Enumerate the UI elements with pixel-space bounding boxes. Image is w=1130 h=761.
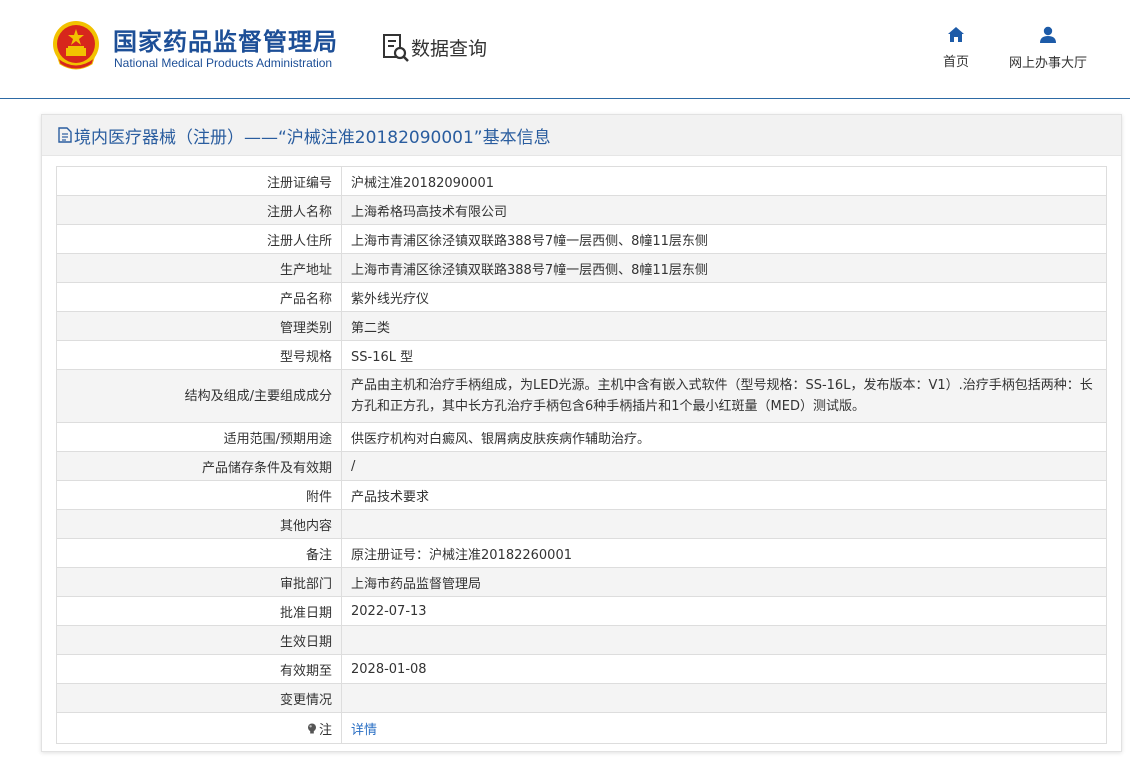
row-label: 型号规格 [56, 340, 342, 370]
details-link[interactable]: 详情 [351, 723, 377, 738]
document-icon [58, 127, 72, 143]
national-emblem-icon [53, 21, 99, 70]
table-row: 其他内容 [56, 509, 1107, 539]
table-row: 批准日期 2022-07-13 [56, 596, 1107, 626]
row-value: 供医疗机构对白癜风、银屑病皮肤疾病作辅助治疗。 [341, 422, 1107, 452]
table-row: 注册人名称 上海希格玛高技术有限公司 [56, 195, 1107, 225]
info-table: 注册证编号 沪械注准20182090001 注册人名称 上海希格玛高技术有限公司 注… [56, 166, 1107, 744]
nav-home-link[interactable]: 首页 [938, 26, 974, 70]
panel-title: 境内医疗器械（注册）——“沪械注准20182090001”基本信息 [74, 127, 551, 148]
user-icon [1040, 26, 1056, 43]
row-value: 上海市青浦区徐泾镇双联路388号7幢一层西侧、8幢11层东侧 [341, 253, 1107, 283]
row-value: 2028-01-08 [341, 654, 1107, 684]
row-label: 有效期至 [56, 654, 342, 684]
nav-online-office-link[interactable]: 网上办事大厅 [1005, 26, 1091, 71]
row-value [341, 683, 1107, 713]
row-value [341, 509, 1107, 539]
site-title: 国家药品监督管理局 [113, 28, 338, 56]
table-row: 管理类别 第二类 [56, 311, 1107, 341]
table-row: 注册证编号 沪械注准20182090001 [56, 166, 1107, 196]
home-icon [948, 27, 964, 42]
row-label: 生产地址 [56, 253, 342, 283]
panel-title-bar: 境内医疗器械（注册）——“沪械注准20182090001”基本信息 [42, 115, 1121, 156]
row-value: 紫外线光疗仪 [341, 282, 1107, 312]
row-label: 产品名称 [56, 282, 342, 312]
table-row: 生产地址 上海市青浦区徐泾镇双联路388号7幢一层西侧、8幢11层东侧 [56, 253, 1107, 283]
table-row: 产品储存条件及有效期 / [56, 451, 1107, 481]
data-query-icon [383, 34, 409, 62]
table-row: 有效期至 2028-01-08 [56, 654, 1107, 684]
row-value: 产品技术要求 [341, 480, 1107, 510]
row-label: 变更情况 [56, 683, 342, 713]
row-value: / [341, 451, 1107, 481]
row-label: 产品储存条件及有效期 [56, 451, 342, 481]
table-row: 产品名称 紫外线光疗仪 [56, 282, 1107, 312]
table-row: 注 详情 [56, 712, 1107, 744]
row-label: 审批部门 [56, 567, 342, 597]
table-row: 生效日期 [56, 625, 1107, 655]
row-value: 上海市药品监督管理局 [341, 567, 1107, 597]
row-value: 第二类 [341, 311, 1107, 341]
row-label: 备注 [56, 538, 342, 568]
table-row: 适用范围/预期用途 供医疗机构对白癜风、银屑病皮肤疾病作辅助治疗。 [56, 422, 1107, 452]
table-row: 型号规格 SS-16L 型 [56, 340, 1107, 370]
row-value: 上海希格玛高技术有限公司 [341, 195, 1107, 225]
row-value: 2022-07-13 [341, 596, 1107, 626]
row-value: 产品由主机和治疗手柄组成，为LED光源。主机中含有嵌入式软件（型号规格：SS-1… [341, 369, 1107, 423]
info-panel: 境内医疗器械（注册）——“沪械注准20182090001”基本信息 注册证编号沪… [41, 114, 1122, 752]
table-row: 注册人住所 上海市青浦区徐泾镇双联路388号7幢一层西侧、8幢11层东侧 [56, 224, 1107, 254]
row-label: 适用范围/预期用途 [56, 422, 342, 452]
row-value: 上海市青浦区徐泾镇双联路388号7幢一层西侧、8幢11层东侧 [341, 224, 1107, 254]
note-label: 注 [318, 722, 332, 738]
row-label: 其他内容 [56, 509, 342, 539]
lightbulb-icon [307, 723, 316, 733]
row-label: 管理类别 [56, 311, 342, 341]
table-row: 变更情况 [56, 683, 1107, 713]
data-query-label: 数据查询 [411, 38, 488, 60]
site-subtitle: National Medical Products Administration [114, 56, 333, 70]
site-header: 国家药品监督管理局 National Medical Products Admi… [0, 0, 1130, 99]
row-label: 生效日期 [56, 625, 342, 655]
row-label: 注 [56, 712, 342, 744]
row-label: 注册人住所 [56, 224, 342, 254]
row-value: SS-16L 型 [341, 340, 1107, 370]
table-row: 备注 原注册证号：沪械注准20182260001 [56, 538, 1107, 568]
row-label: 附件 [56, 480, 342, 510]
table-row: 结构及组成/主要组成成分 产品由主机和治疗手柄组成，为LED光源。主机中含有嵌入式… [56, 369, 1107, 423]
row-value: 详情 [341, 712, 1107, 744]
row-label: 注册证编号 [56, 166, 342, 196]
table-row: 附件 产品技术要求 [56, 480, 1107, 510]
nav-home-label: 首页 [942, 55, 969, 70]
row-value: 原注册证号：沪械注准20182260001 [341, 538, 1107, 568]
row-label: 结构及组成/主要组成成分 [56, 369, 342, 423]
table-row: 审批部门 上海市药品监督管理局 [56, 567, 1107, 597]
row-label: 注册人名称 [56, 195, 342, 225]
nav-online-office-label: 网上办事大厅 [1008, 56, 1087, 71]
row-value [341, 625, 1107, 655]
row-label: 批准日期 [56, 596, 342, 626]
row-value: 沪械注准20182090001 [341, 166, 1107, 196]
